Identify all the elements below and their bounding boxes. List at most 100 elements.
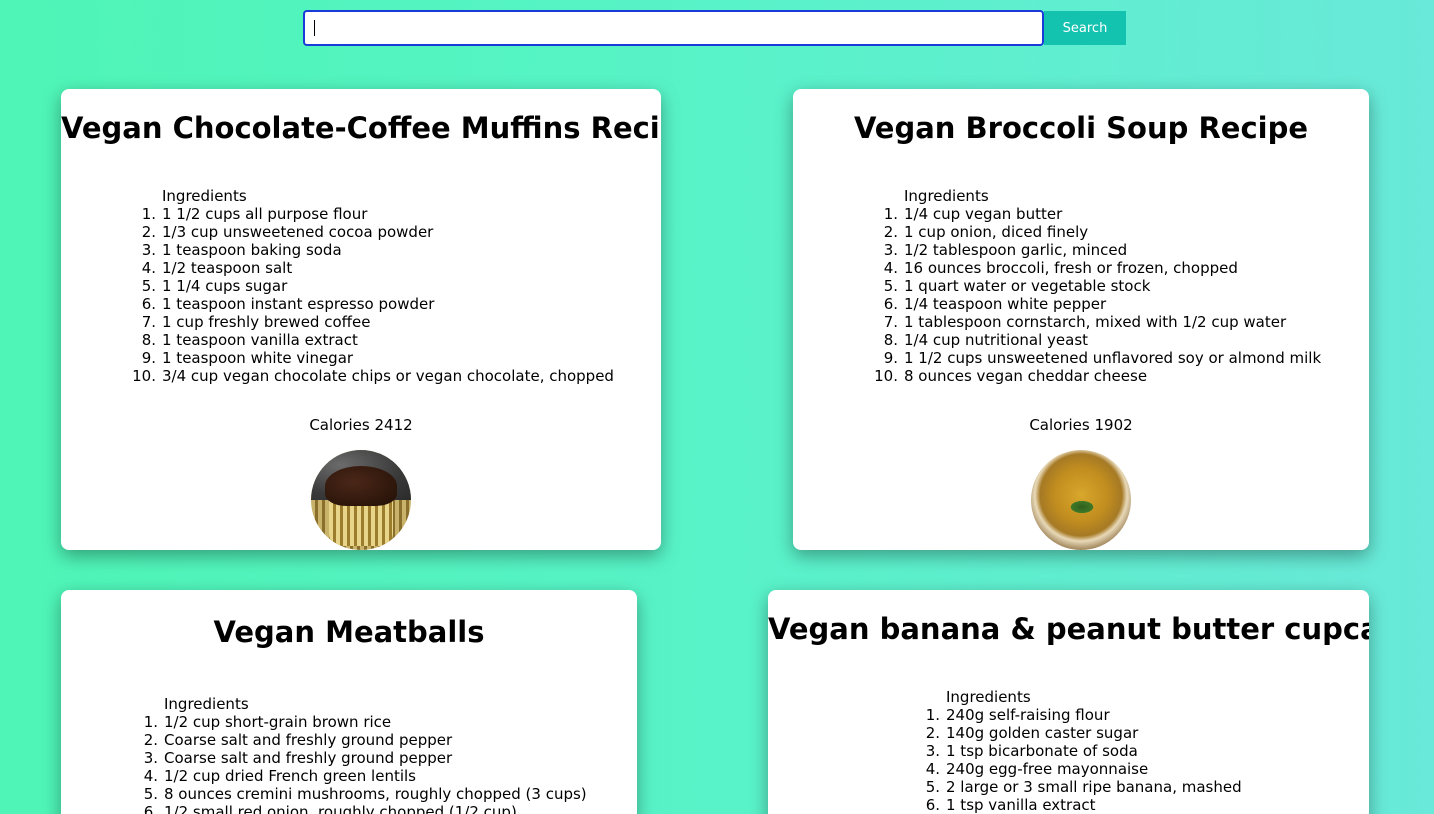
- ingredient-number: 1.: [883, 205, 898, 223]
- ingredient-text: Coarse salt and freshly ground pepper: [164, 749, 453, 767]
- recipe-card: Vegan Broccoli Soup Recipe Ingredients 1…: [793, 89, 1369, 550]
- ingredient-number: 1.: [143, 713, 158, 731]
- ingredient-text: 240g egg-free mayonnaise: [946, 760, 1149, 778]
- ingredient-item: 6. 1/4 teaspoon white pepper: [884, 295, 1321, 313]
- recipe-title: Vegan banana & peanut butter cupcakes: [768, 612, 1369, 646]
- ingredient-number: 1.: [925, 706, 940, 724]
- ingredient-item: 10. 8 ounces vegan cheddar cheese: [874, 367, 1321, 385]
- ingredient-number: 2.: [143, 731, 158, 749]
- ingredient-text: 3/4 cup vegan chocolate chips or vegan c…: [162, 367, 614, 385]
- muffin-wrapper: [329, 500, 393, 546]
- ingredient-item: 1. 240g self-raising flour: [926, 706, 1242, 724]
- ingredient-item: 6. 1/2 small red onion, roughly chopped (…: [144, 803, 587, 814]
- ingredient-number: 3.: [141, 241, 156, 259]
- ingredient-text: Coarse salt and freshly ground pepper: [164, 731, 453, 749]
- ingredient-item: 5. 8 ounces cremini mushrooms, roughly ch…: [144, 785, 587, 803]
- ingredient-item: 9. 1 1/2 cups unsweetened unflavored soy …: [884, 349, 1322, 367]
- search-bar: Search: [303, 10, 1126, 46]
- ingredient-item: 7. 1 cup freshly brewed coffee: [142, 313, 614, 331]
- ingredient-item: 2. 1/3 cup unsweetened cocoa powder: [142, 223, 614, 241]
- ingredient-number: 6.: [925, 796, 940, 814]
- ingredient-text: 1 teaspoon baking soda: [162, 241, 342, 259]
- ingredient-number: 3.: [925, 742, 940, 760]
- ingredient-text: 1 teaspoon instant espresso powder: [162, 295, 435, 313]
- ingredient-item: 5. 1 1/4 cups sugar: [142, 277, 614, 295]
- ingredient-number: 8.: [883, 331, 898, 349]
- ingredient-item: 5. 1 quart water or vegetable stock: [884, 277, 1321, 295]
- calories-text: Calories 2412: [309, 416, 413, 434]
- ingredient-number: 2.: [925, 724, 940, 742]
- ingredient-number: 8.: [141, 331, 156, 349]
- ingredient-number: 2.: [883, 223, 898, 241]
- ingredient-item: 1. 1/4 cup vegan butter: [884, 205, 1321, 223]
- ingredient-text: 1/2 small red onion, roughly chopped (1/…: [164, 803, 517, 814]
- ingredients-label: Ingredients: [162, 187, 247, 205]
- ingredient-item: 2. 1 cup onion, diced finely: [884, 223, 1321, 241]
- ingredient-item: 8. 1 teaspoon vanilla extract: [142, 331, 614, 349]
- ingredient-text: 1/2 cup dried French green lentils: [164, 767, 416, 785]
- ingredient-text: 140g golden caster sugar: [946, 724, 1139, 742]
- ingredient-number: 9.: [883, 349, 898, 367]
- search-button[interactable]: Search: [1044, 11, 1126, 45]
- ingredient-number: 10.: [132, 367, 156, 385]
- ingredient-number: 9.: [141, 349, 156, 367]
- ingredient-item: 10. 3/4 cup vegan chocolate chips or vega…: [132, 367, 614, 385]
- soup-garnish: [1069, 500, 1095, 514]
- ingredient-text: 1 tsp bicarbonate of soda: [946, 742, 1138, 760]
- ingredient-item: 8. 1/4 cup nutritional yeast: [884, 331, 1321, 349]
- ingredient-text: 1 1/4 cups sugar: [162, 277, 288, 295]
- ingredient-number: 2.: [141, 223, 156, 241]
- ingredient-number: 7.: [883, 313, 898, 331]
- recipe-image: [311, 450, 411, 550]
- ingredient-number: 10.: [874, 367, 898, 385]
- ingredient-text: 1/4 cup vegan butter: [904, 205, 1063, 223]
- ingredient-text: 240g self-raising flour: [946, 706, 1110, 724]
- ingredient-text: 1 teaspoon white vinegar: [162, 349, 354, 367]
- ingredient-number: 7.: [141, 313, 156, 331]
- ingredient-item: 1. 1 1/2 cups all purpose flour: [142, 205, 614, 223]
- ingredient-text: 8 ounces vegan cheddar cheese: [904, 367, 1148, 385]
- ingredient-number: 4.: [925, 760, 940, 778]
- ingredient-number: 1.: [141, 205, 156, 223]
- ingredient-text: 1 1/2 cups all purpose flour: [162, 205, 368, 223]
- ingredient-text: 1/4 teaspoon white pepper: [904, 295, 1107, 313]
- ingredient-number: 5.: [925, 778, 940, 796]
- ingredients-label: Ingredients: [164, 695, 249, 713]
- recipe-image: [1031, 450, 1131, 550]
- ingredient-number: 6.: [883, 295, 898, 313]
- ingredients-label: Ingredients: [904, 187, 989, 205]
- recipe-title: Vegan Broccoli Soup Recipe: [853, 111, 1309, 145]
- ingredient-number: 6.: [141, 295, 156, 313]
- ingredient-text: 1/4 cup nutritional yeast: [904, 331, 1089, 349]
- ingredients-list: Ingredients 1. 240g self-raising flour 2. 1…: [926, 688, 1242, 814]
- ingredient-number: 5.: [143, 785, 158, 803]
- ingredient-text: 1 cup freshly brewed coffee: [162, 313, 371, 331]
- ingredients-list: Ingredients 1. 1/4 cup vegan butter 2. 1 cu…: [874, 187, 1322, 385]
- ingredient-text: 1/2 tablespoon garlic, minced: [904, 241, 1128, 259]
- search-input[interactable]: [303, 10, 1044, 46]
- recipe-title: Vegan Meatballs: [213, 615, 485, 649]
- ingredient-number: 3.: [883, 241, 898, 259]
- ingredient-number: 5.: [141, 277, 156, 295]
- recipe-card: Vegan Meatballs Ingredients 1. 1/2 cup sh…: [61, 590, 637, 814]
- ingredients-label: Ingredients: [946, 688, 1031, 706]
- ingredient-text: 1 1/2 cups unsweetened unflavored soy or…: [904, 349, 1322, 367]
- ingredient-text: 1 cup onion, diced finely: [904, 223, 1089, 241]
- ingredient-item: 4. 240g egg-free mayonnaise: [926, 760, 1242, 778]
- ingredient-number: 4.: [143, 767, 158, 785]
- ingredient-text: 1 tablespoon cornstarch, mixed with 1/2 …: [904, 313, 1287, 331]
- ingredient-item: 5. 2 large or 3 small ripe banana, mashed: [926, 778, 1242, 796]
- ingredient-item: 4. 1/2 teaspoon salt: [142, 259, 614, 277]
- ingredient-item: 4. 1/2 cup dried French green lentils: [144, 767, 587, 785]
- ingredient-item: 4. 16 ounces broccoli, fresh or frozen, c…: [884, 259, 1321, 277]
- ingredient-text: 16 ounces broccoli, fresh or frozen, cho…: [904, 259, 1238, 277]
- ingredient-number: 4.: [141, 259, 156, 277]
- ingredient-text: 1 tsp vanilla extract: [946, 796, 1096, 814]
- ingredient-text: 1/2 cup short-grain brown rice: [164, 713, 392, 731]
- ingredient-item: 6. 1 tsp vanilla extract: [926, 796, 1242, 814]
- ingredient-text: 1 quart water or vegetable stock: [904, 277, 1151, 295]
- ingredient-item: 3. 1 tsp bicarbonate of soda: [926, 742, 1242, 760]
- ingredient-item: 2. 140g golden caster sugar: [926, 724, 1242, 742]
- calories-text: Calories 1902: [1029, 416, 1133, 434]
- ingredient-item: 3. Coarse salt and freshly ground pepper: [144, 749, 587, 767]
